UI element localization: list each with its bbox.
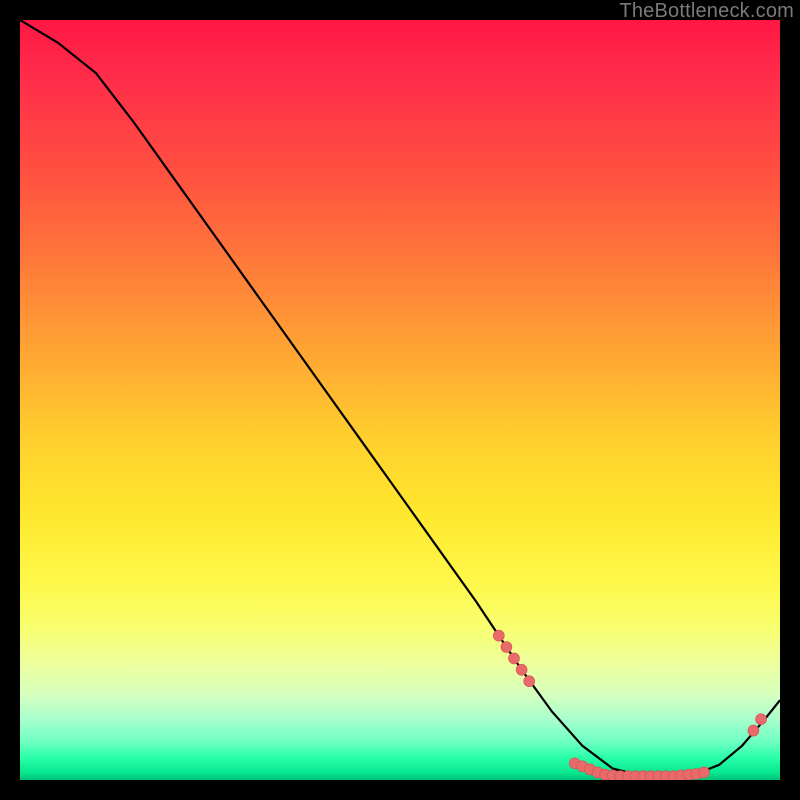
data-marker: [699, 767, 710, 778]
bottleneck-curve: [20, 20, 780, 776]
curve-svg: [20, 20, 780, 780]
plot-area: [20, 20, 780, 780]
chart-stage: TheBottleneck.com: [0, 0, 800, 800]
data-marker: [524, 676, 535, 687]
data-marker: [756, 714, 767, 725]
data-marker: [493, 630, 504, 641]
data-marker: [748, 725, 759, 736]
data-marker: [509, 653, 520, 664]
data-marker: [501, 642, 512, 653]
curve-markers: [493, 630, 766, 780]
data-marker: [516, 664, 527, 675]
